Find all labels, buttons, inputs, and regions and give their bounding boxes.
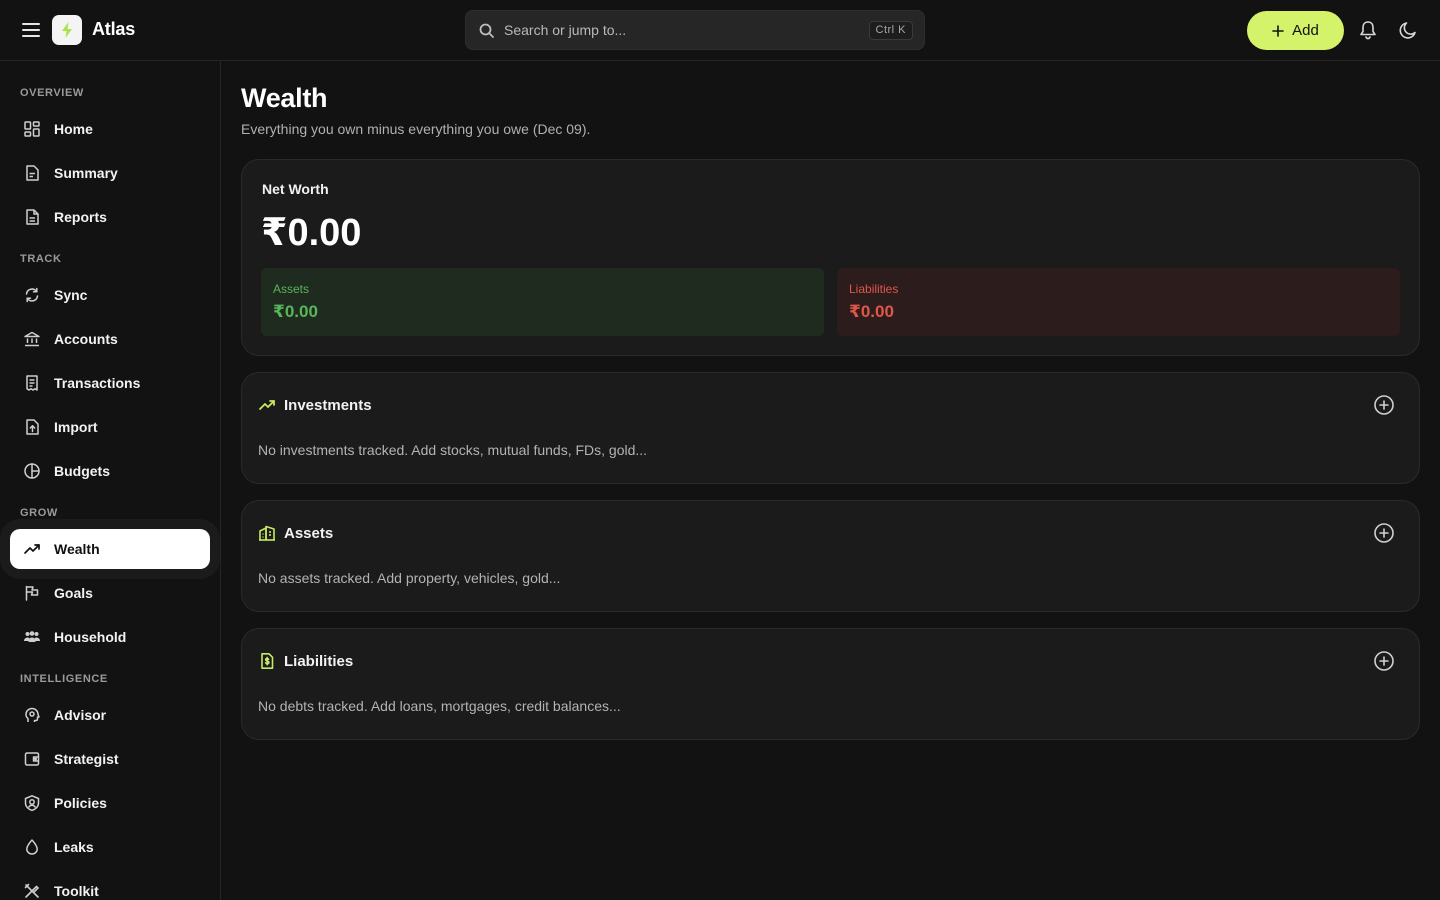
receipt-icon (26, 375, 38, 391)
sidebar-item-label: Policies (54, 795, 107, 811)
add-circle-icon (1374, 651, 1394, 671)
sidebar-section-track: TRACK (20, 253, 62, 265)
liabilities-summary-value: ₹0.00 (849, 302, 894, 321)
sidebar-item-label: Leaks (54, 839, 94, 855)
sync-icon (25, 287, 39, 303)
assets-summary: Assets ₹0.00 (261, 268, 824, 336)
sidebar-item-home[interactable]: Home (10, 109, 210, 149)
net-worth-card: Net Worth ₹0.00 Assets ₹0.00 Liabilities… (241, 159, 1420, 356)
sidebar-section-intelligence: INTELLIGENCE (20, 673, 108, 685)
bill-icon (261, 653, 274, 669)
sidebar: OVERVIEW Home Summary Reports TRACK Sync… (0, 61, 221, 900)
sidebar-item-import[interactable]: Import (10, 407, 210, 447)
add-investment-button[interactable] (1373, 394, 1395, 416)
trending-up-icon (24, 544, 40, 554)
people-icon (24, 631, 40, 642)
page-subtitle: Everything you own minus everything you … (241, 121, 591, 137)
assets-card: Assets No assets tracked. Add property, … (241, 500, 1420, 612)
sidebar-item-label: Goals (54, 585, 93, 601)
liabilities-card: Liabilities No debts tracked. Add loans,… (241, 628, 1420, 740)
assets-empty-text: No assets tracked. Add property, vehicle… (258, 570, 561, 586)
sidebar-item-budgets[interactable]: Budgets (10, 451, 210, 491)
sidebar-item-label: Home (54, 121, 93, 137)
sidebar-item-advisor[interactable]: Advisor (10, 695, 210, 735)
sidebar-item-sync[interactable]: Sync (10, 275, 210, 315)
pie-chart-icon (24, 463, 40, 479)
sidebar-item-toolkit[interactable]: Toolkit (10, 871, 210, 900)
sidebar-item-label: Household (54, 629, 127, 645)
brain-icon (25, 707, 40, 722)
tools-icon (24, 883, 40, 898)
liabilities-summary: Liabilities ₹0.00 (837, 268, 1400, 336)
trending-up-icon (259, 400, 275, 410)
add-circle-icon (1374, 395, 1394, 415)
liabilities-summary-label: Liabilities (849, 282, 899, 296)
investments-title: Investments (284, 397, 372, 414)
wallet-icon (24, 752, 40, 766)
investments-empty-text: No investments tracked. Add stocks, mutu… (258, 442, 648, 458)
dashboard-icon (24, 121, 40, 137)
net-worth-label: Net Worth (262, 181, 329, 197)
search-input[interactable] (504, 11, 864, 49)
drop-icon (26, 839, 38, 855)
add-asset-button[interactable] (1373, 522, 1395, 544)
sidebar-item-label: Advisor (54, 707, 107, 723)
app-logo[interactable] (52, 15, 82, 45)
app-title: Atlas (92, 19, 136, 39)
plus-icon (1272, 24, 1284, 37)
liabilities-empty-text: No debts tracked. Add loans, mortgages, … (258, 698, 621, 714)
liabilities-title: Liabilities (284, 653, 354, 670)
add-button[interactable]: Add (1247, 11, 1344, 50)
main-content: Wealth Everything you own minus everythi… (221, 61, 1440, 900)
sidebar-item-summary[interactable]: Summary (10, 153, 210, 193)
sidebar-item-label: Toolkit (54, 883, 99, 899)
page-title: Wealth (241, 83, 328, 113)
add-liability-button[interactable] (1373, 650, 1395, 672)
sidebar-item-label: Strategist (54, 751, 119, 767)
sidebar-item-label: Sync (54, 287, 88, 303)
document-icon (26, 209, 39, 225)
menu-icon[interactable] (20, 19, 44, 41)
sidebar-item-label: Budgets (54, 463, 110, 479)
top-bar: Atlas Ctrl K Add (0, 0, 1440, 61)
sidebar-section-overview: OVERVIEW (20, 87, 84, 99)
sidebar-item-wealth[interactable]: Wealth (10, 529, 210, 569)
sidebar-section-grow: GROW (20, 507, 58, 519)
assets-summary-value: ₹0.00 (273, 302, 318, 321)
net-worth-value: ₹0.00 (261, 212, 362, 254)
search-icon (479, 23, 494, 38)
search-bar[interactable]: Ctrl K (465, 10, 925, 50)
sidebar-item-strategist[interactable]: Strategist (10, 739, 210, 779)
sidebar-item-accounts[interactable]: Accounts (10, 319, 210, 359)
moon-icon[interactable] (1397, 19, 1419, 41)
sidebar-item-label: Summary (54, 165, 118, 181)
add-button-label: Add (1292, 22, 1319, 39)
shortcut-hint: Ctrl K (868, 21, 913, 40)
sidebar-item-transactions[interactable]: Transactions (10, 363, 210, 403)
buildings-icon (259, 525, 275, 541)
bell-icon[interactable] (1357, 19, 1379, 41)
assets-title: Assets (284, 525, 334, 542)
bolt-icon (62, 22, 72, 38)
sidebar-item-label: Import (54, 419, 98, 435)
sidebar-item-policies[interactable]: Policies (10, 783, 210, 823)
sidebar-item-household[interactable]: Household (10, 617, 210, 657)
sidebar-item-label: Wealth (54, 541, 100, 557)
sidebar-item-reports[interactable]: Reports (10, 197, 210, 237)
sidebar-item-label: Accounts (54, 331, 118, 347)
sidebar-item-label: Reports (54, 209, 107, 225)
sidebar-item-goals[interactable]: Goals (10, 573, 210, 613)
file-upload-icon (26, 419, 39, 435)
shield-icon (24, 795, 40, 812)
sidebar-item-leaks[interactable]: Leaks (10, 827, 210, 867)
sidebar-item-label: Transactions (54, 375, 141, 391)
summary-icon (26, 165, 39, 181)
investments-card: Investments No investments tracked. Add … (241, 372, 1420, 484)
assets-summary-label: Assets (273, 282, 310, 296)
bank-icon (24, 331, 40, 347)
add-circle-icon (1374, 523, 1394, 543)
flag-icon (25, 585, 39, 601)
